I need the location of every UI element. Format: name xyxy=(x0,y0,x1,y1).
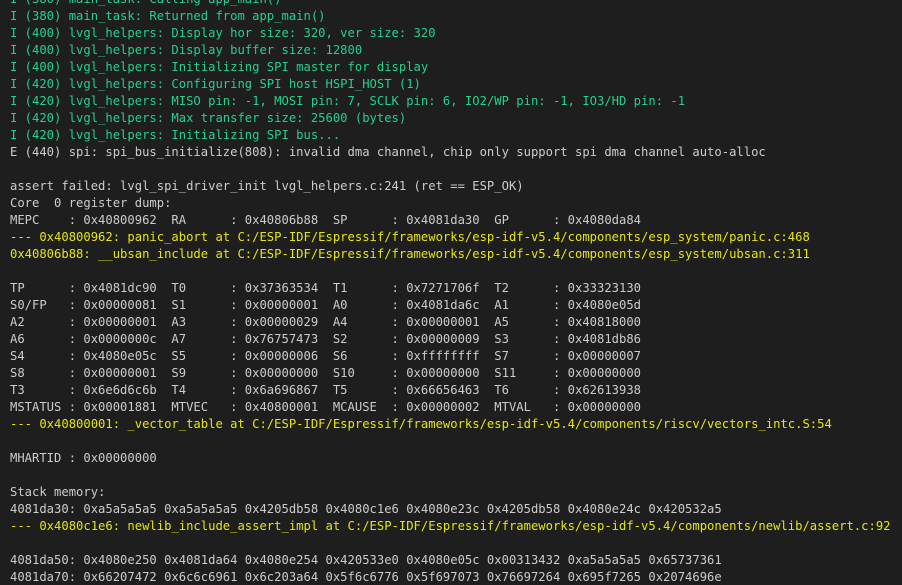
terminal-output[interactable]: I (380) main_task: Calling app_main()I (… xyxy=(0,0,902,585)
log-line-plain xyxy=(10,467,902,484)
log-line-trace: --- 0x40800962: panic_abort at C:/ESP-ID… xyxy=(10,230,810,244)
log-line-plain: A6 : 0x0000000c A7 : 0x76757473 S2 : 0x0… xyxy=(10,332,642,346)
log-line-plain: 4081da50: 0x4080e250 0x4081da64 0x4080e2… xyxy=(10,553,722,567)
log-line-plain: S0/FP : 0x00000081 S1 : 0x00000001 A0 : … xyxy=(10,298,642,312)
log-line-plain: MEPC : 0x40800962 RA : 0x40806b88 SP : 0… xyxy=(10,213,642,227)
terminal-lines: I (380) main_task: Calling app_main()I (… xyxy=(10,0,902,585)
log-line-plain xyxy=(10,535,902,552)
log-line-trace: --- 0x4080c1e6: newlib_include_assert_im… xyxy=(10,519,891,533)
log-line-error: E (440) spi: spi_bus_initialize(808): in… xyxy=(10,145,766,159)
log-line-plain: Stack memory: xyxy=(10,485,106,499)
log-line-plain xyxy=(10,263,902,280)
log-line-info: I (420) lvgl_helpers: Configuring SPI ho… xyxy=(10,77,421,91)
log-line-plain: 4081da30: 0xa5a5a5a5 0xa5a5a5a5 0x4205db… xyxy=(10,502,722,516)
log-line-info: I (420) lvgl_helpers: Initializing SPI b… xyxy=(10,128,341,142)
log-line-plain: S4 : 0x4080e05c S5 : 0x00000006 S6 : 0xf… xyxy=(10,349,642,363)
log-line-info: I (420) lvgl_helpers: Max transfer size:… xyxy=(10,111,407,125)
log-line-plain: assert failed: lvgl_spi_driver_init lvgl… xyxy=(10,179,524,193)
log-line-plain: MHARTID : 0x00000000 xyxy=(10,451,157,465)
log-line-plain: Core 0 register dump: xyxy=(10,196,172,210)
log-line-plain: MSTATUS : 0x00001881 MTVEC : 0x40800001 … xyxy=(10,400,642,414)
log-line-info: I (400) lvgl_helpers: Display buffer siz… xyxy=(10,43,363,57)
log-line-info: I (380) main_task: Calling app_main() xyxy=(10,0,902,8)
log-line-info: I (400) lvgl_helpers: Initializing SPI m… xyxy=(10,60,429,74)
log-line-plain: TP : 0x4081dc90 T0 : 0x37363534 T1 : 0x7… xyxy=(10,281,642,295)
log-line-plain xyxy=(10,433,902,450)
log-line-trace: 0x40806b88: __ubsan_include at C:/ESP-ID… xyxy=(10,247,810,261)
log-line-trace: --- 0x40800001: _vector_table at C:/ESP-… xyxy=(10,417,832,431)
log-line-info: I (420) lvgl_helpers: MISO pin: -1, MOSI… xyxy=(10,94,686,108)
log-line-plain: 4081da70: 0x66207472 0x6c6c6961 0x6c203a… xyxy=(10,570,722,584)
log-line-plain xyxy=(10,161,902,178)
log-line-plain: A2 : 0x00000001 A3 : 0x00000029 A4 : 0x0… xyxy=(10,315,642,329)
log-line-plain: T3 : 0x6e6d6c6b T4 : 0x6a696867 T5 : 0x6… xyxy=(10,383,642,397)
log-line-plain: S8 : 0x00000001 S9 : 0x00000000 S10 : 0x… xyxy=(10,366,642,380)
log-line-info: I (380) main_task: Returned from app_mai… xyxy=(10,9,326,23)
log-line-info: I (400) lvgl_helpers: Display hor size: … xyxy=(10,26,436,40)
